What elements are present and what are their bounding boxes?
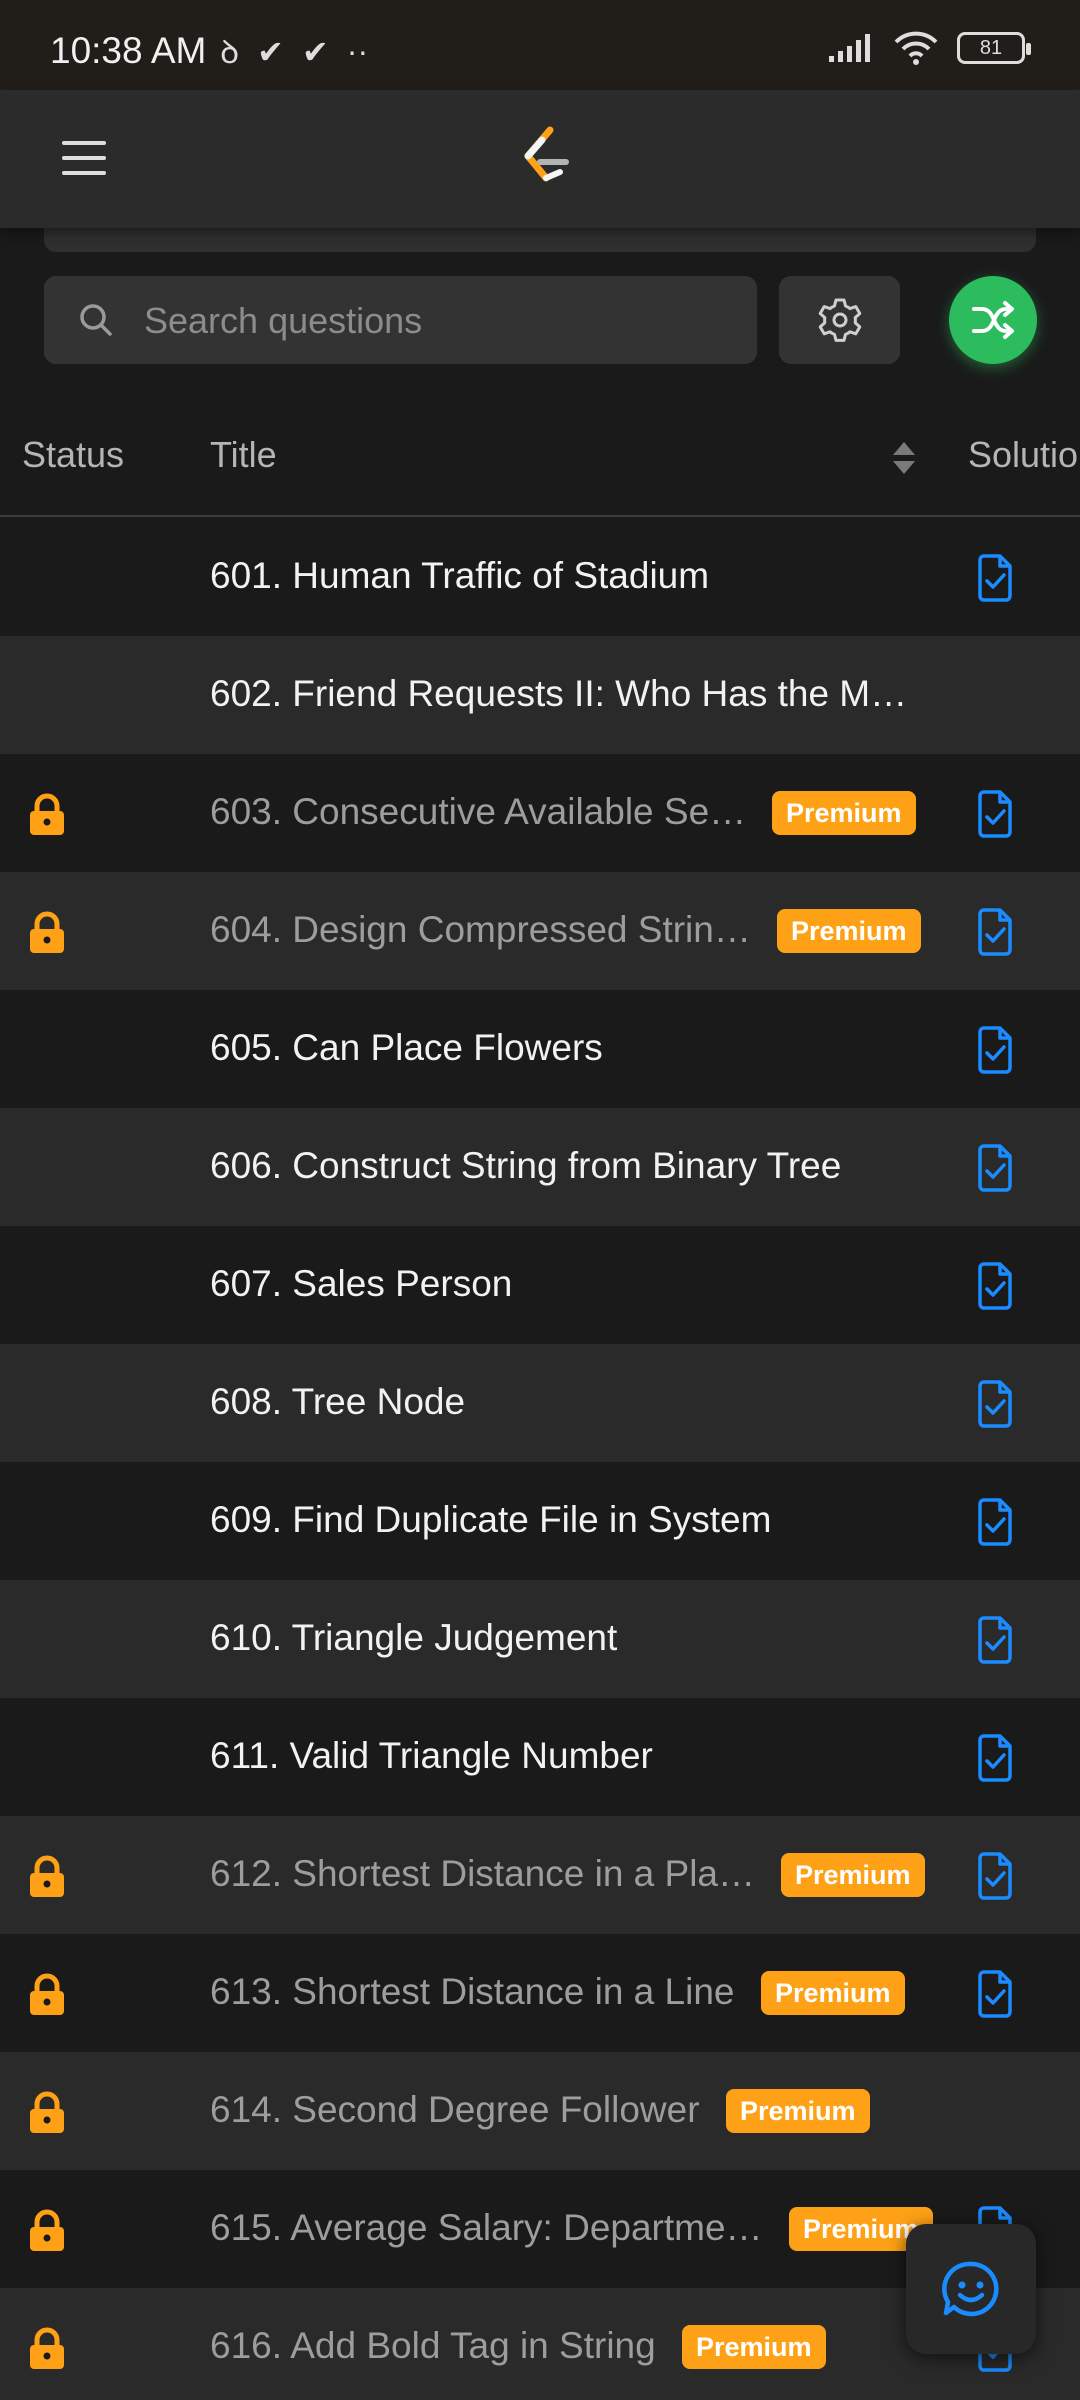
solution-column-header[interactable]: Solutio [968,434,1078,476]
problem-title[interactable]: 606. Construct String from Binary Tree [210,1145,841,1187]
pick-random-button[interactable] [949,276,1037,364]
status-indicators: 81 [827,30,1031,66]
problem-row[interactable]: 614. Second Degree Follower Premium [0,2052,1080,2170]
problem-title[interactable]: 615. Average Salary: Departme… [210,2207,763,2249]
problem-row[interactable]: 602. Friend Requests II: Who Has the M… [0,636,1080,754]
task-check-icon: ✔ [301,33,329,70]
problem-row[interactable]: 612. Shortest Distance in a Pla… Premium [0,1816,1080,1934]
problem-title[interactable]: 605. Can Place Flowers [210,1027,603,1069]
solution-doc-icon[interactable] [976,1144,1014,1192]
problem-title[interactable]: 613. Shortest Distance in a Line [210,1971,735,2013]
problem-row[interactable]: 604. Design Compressed Strin… Premium [0,872,1080,990]
premium-badge: Premium [777,909,921,953]
problem-row[interactable]: 613. Shortest Distance in a Line Premium [0,1934,1080,2052]
premium-badge: Premium [682,2325,826,2369]
menu-icon[interactable] [62,136,106,180]
premium-badge: Premium [761,1971,905,2015]
shuffle-icon [972,301,1014,339]
lock-icon [30,2327,64,2369]
problem-title[interactable]: 609. Find Duplicate File in System [210,1499,771,1541]
chat-smile-icon [942,2261,999,2317]
problem-row[interactable]: 611. Valid Triangle Number [0,1698,1080,1816]
problem-row[interactable]: 601. Human Traffic of Stadium [0,518,1080,636]
problem-row[interactable]: 606. Construct String from Binary Tree [0,1108,1080,1226]
settings-button[interactable] [779,276,900,364]
battery-indicator: 81 [957,32,1031,64]
solution-doc-icon[interactable] [976,1970,1014,2018]
solution-doc-icon[interactable] [976,908,1014,956]
problem-title[interactable]: 607. Sales Person [210,1263,512,1305]
problem-title[interactable]: 611. Valid Triangle Number [210,1735,653,1777]
feedback-chat-button[interactable] [906,2224,1036,2354]
solution-doc-icon[interactable] [976,1616,1014,1664]
solution-doc-icon[interactable] [976,790,1014,838]
signal-icon [829,34,870,62]
premium-badge: Premium [726,2089,870,2133]
task-check-icon: ✔ [257,33,284,70]
more-dots-icon: ·· [346,33,369,69]
status-bar: 10:38 AM ꝺ ✔ ✔ ·· 81 [0,0,1080,90]
sort-icon[interactable] [891,440,917,476]
search-placeholder: Search questions [144,300,423,341]
problem-list: 601. Human Traffic of Stadium 602. Friend… [0,518,1080,2400]
premium-badge: Premium [772,791,916,835]
problem-row[interactable]: 603. Consecutive Available Se… Premium [0,754,1080,872]
lock-icon [30,911,64,953]
title-column-header[interactable]: Title [210,434,277,476]
notification-swirl-icon: ꝺ [220,34,240,70]
gear-icon [818,298,861,342]
lock-icon [30,1973,64,2015]
problem-title[interactable]: 601. Human Traffic of Stadium [210,555,709,597]
wifi-icon [894,31,938,65]
solution-doc-icon[interactable] [976,1380,1014,1428]
solution-doc-icon[interactable] [976,1026,1014,1074]
table-header: Status Title Solutio [0,400,1080,517]
problem-title[interactable]: 604. Design Compressed Strin… [210,909,751,951]
solution-doc-icon[interactable] [976,1262,1014,1310]
search-input[interactable]: Search questions [44,276,757,364]
problem-title[interactable]: 614. Second Degree Follower [210,2089,700,2131]
solution-doc-icon[interactable] [976,1852,1014,1900]
app-bar [0,90,1080,228]
solution-doc-icon[interactable] [976,1734,1014,1782]
problem-title[interactable]: 616. Add Bold Tag in String [210,2325,656,2367]
problem-title[interactable]: 610. Triangle Judgement [210,1617,617,1659]
problem-title[interactable]: 603. Consecutive Available Se… [210,791,746,833]
problem-row[interactable]: 607. Sales Person [0,1226,1080,1344]
problem-title[interactable]: 612. Shortest Distance in a Pla… [210,1853,755,1895]
lock-icon [30,793,64,835]
status-time: 10:38 AM [50,30,207,71]
problem-row[interactable]: 605. Can Place Flowers [0,990,1080,1108]
problem-row[interactable]: 610. Triangle Judgement [0,1580,1080,1698]
status-column-header[interactable]: Status [22,434,124,476]
search-icon [80,304,112,336]
lock-icon [30,1855,64,1897]
problem-row[interactable]: 609. Find Duplicate File in System [0,1462,1080,1580]
problem-title[interactable]: 602. Friend Requests II: Who Has the M… [210,673,907,715]
solution-doc-icon[interactable] [976,1498,1014,1546]
lock-icon [30,2209,64,2251]
problem-row[interactable]: 608. Tree Node [0,1344,1080,1462]
problem-title[interactable]: 608. Tree Node [210,1381,465,1423]
premium-badge: Premium [781,1853,925,1897]
lock-icon [30,2091,64,2133]
leetcode-logo[interactable] [518,126,574,192]
solution-doc-icon[interactable] [976,554,1014,602]
notification-icons: ꝺ ✔ ✔ ·· [220,30,368,73]
